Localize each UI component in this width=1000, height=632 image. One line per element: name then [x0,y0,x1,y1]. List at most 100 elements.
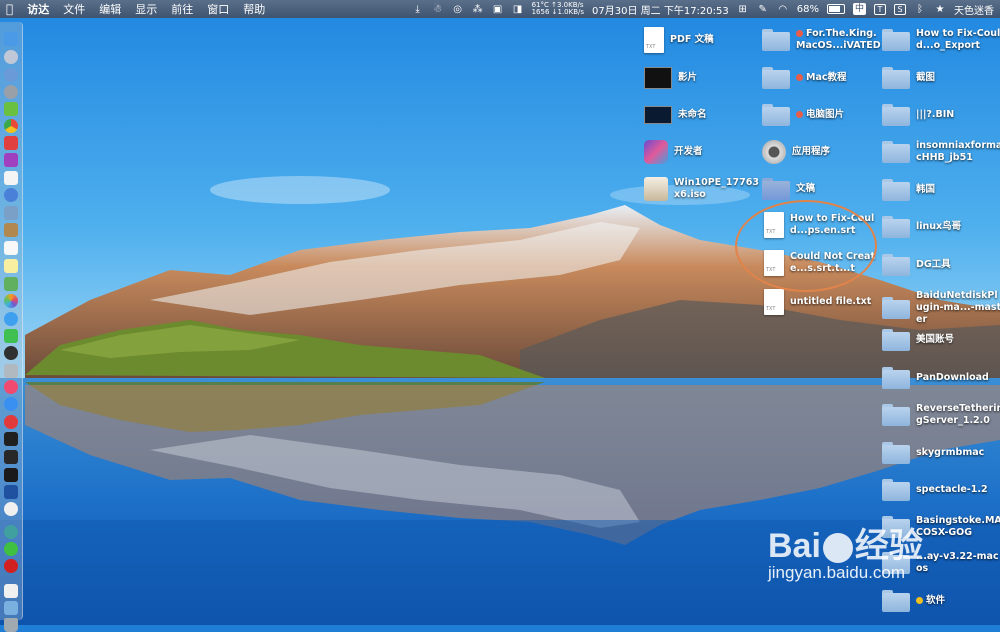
terminal2-dock-icon[interactable] [4,450,18,464]
desktop-item-pc-pictures[interactable]: 电脑图片 [762,104,884,126]
music-dock-icon[interactable] [4,380,18,394]
launchpad-dock-icon[interactable] [4,50,18,64]
rocket-dock-icon[interactable] [4,85,18,99]
desktop-item-insomniax[interactable]: insomniaxformacHHB_jb51 [882,140,1000,164]
input-method-indicator[interactable]: 中 [852,3,866,15]
star-icon[interactable]: ★ [934,4,946,15]
network-monitor[interactable]: 61°C ↑3.0KB/s 1656 ↓1.0KB/s [532,2,584,16]
clock[interactable]: 07月30日 周二 下午17:20:53 [592,2,729,17]
screen-icon[interactable]: ▣ [492,4,504,15]
appstore-dock-icon[interactable] [4,397,18,411]
menu-help[interactable]: 帮助 [243,1,265,17]
menu-edit[interactable]: 编辑 [99,1,121,17]
download-icon[interactable]: ⤓ [412,4,424,15]
downloads-folder-dock-icon[interactable] [4,601,18,615]
desktop-item-software[interactable]: 软件 [882,590,1000,612]
desktop-item-for-the-king[interactable]: For.The.King.MacOS...iVATED [762,28,884,52]
wechat-dock-icon[interactable] [4,542,18,556]
calendar-dock-icon[interactable] [4,171,18,185]
finder-dock-icon[interactable] [4,32,18,46]
netease-music-dock-icon[interactable] [4,559,18,573]
disk-dock-icon[interactable] [4,364,18,378]
desktop-item-label: ...ay-v3.22-macos [916,551,999,574]
bluetooth-icon[interactable]: ᛒ [914,4,926,15]
compass-icon[interactable]: ◎ [452,4,464,15]
menu-window[interactable]: 窗口 [207,1,229,17]
menu-file[interactable]: 文件 [63,1,85,17]
desktop-item-movies[interactable]: 影片 [644,67,766,89]
chrome-dock-icon[interactable] [4,119,18,133]
safari-dock-icon[interactable] [4,68,18,82]
desktop-item-documents[interactable]: 文稿 [762,178,884,200]
folder-icon [882,67,910,89]
battery-icon[interactable] [826,4,845,14]
desktop-item-baidu-netdisk[interactable]: BaiduNetdiskPlugin-ma...-master [882,290,1000,326]
qq-icon[interactable]: ☃ [432,4,444,15]
vpn-dock-icon[interactable] [4,485,18,499]
folder-icon [762,104,790,126]
messages-dock-icon[interactable] [4,312,18,326]
pen-icon[interactable]: ✎ [757,4,769,15]
maps-dock-icon[interactable] [4,277,18,291]
developer-icon [644,140,668,164]
facetime-dock-icon[interactable] [4,329,18,343]
trash-dock-icon[interactable] [4,618,18,632]
folder-icon [882,479,910,501]
desktop-item-linux[interactable]: linux鸟哥 [882,216,1000,238]
grid-icon[interactable]: ⊞ [737,4,749,15]
photos-dock-icon[interactable] [4,294,18,308]
desktop-item-applications[interactable]: 应用程序 [762,140,880,164]
browser-dock-icon[interactable] [4,188,18,202]
dock [0,22,23,632]
desktop-item-win10pe[interactable]: Win10PE_17763x6.iso [644,177,762,201]
red-app-dock-icon[interactable] [4,136,18,150]
desktop-item-how-to-fix-export[interactable]: How to Fix-Could...o_Export [882,28,1000,52]
menu-go[interactable]: 前往 [171,1,193,17]
desktop-item-bin[interactable]: |||?.BIN [882,104,1000,126]
desktop-item-screenshots[interactable]: 截图 [882,67,1000,89]
desktop-item-label: Mac教程 [806,72,847,83]
vivaldi-dock-icon[interactable] [4,415,18,429]
box-dock-icon[interactable] [4,223,18,237]
s-app-icon[interactable]: S [894,3,906,15]
battery-percent[interactable]: 68% [797,4,819,15]
notes-dock-icon[interactable] [4,259,18,273]
chat-icon[interactable]: ◨ [512,4,524,15]
desktop-item-pdf[interactable]: PDF 文稿 [644,27,758,53]
desktop-item-dg-tools[interactable]: DG工具 [882,254,1000,276]
menu-app-finder[interactable]: 访达 [27,1,49,17]
wifi-icon[interactable]: ◠ [777,4,789,15]
desktop-item-untitled[interactable]: 未命名 [644,106,766,124]
terminal3-dock-icon[interactable] [4,468,18,482]
preview-dock-icon[interactable] [4,206,18,220]
dots-icon[interactable]: ⁂ [472,4,484,15]
desktop-item-korea[interactable]: 韩国 [882,179,1000,201]
red-tag-icon [796,30,803,37]
user-name[interactable]: 天色迷香 [954,2,994,17]
apple-menu-icon[interactable]:  [6,2,13,16]
desktop-item-srt-file[interactable]: How to Fix-Could...ps.en.srt [764,212,878,238]
desktop-item-pandownload[interactable]: PanDownload [882,367,1000,389]
desktop-item-reverse-tethering[interactable]: ReverseTetheringServer_1.2.0 [882,403,1000,427]
yandex-dock-icon[interactable] [4,502,18,516]
text-file-icon [764,250,784,276]
document-dock-icon[interactable] [4,584,18,598]
desktop-item-us-account[interactable]: 美国账号 [882,329,1000,351]
desktop-item-could-not-create[interactable]: Could Not Create...s.srt.t...t [764,250,878,276]
desktop-item-skygrmbmac[interactable]: skygrmbmac [882,442,1000,464]
desktop-item-spectacle[interactable]: spectacle-1.2 [882,479,1000,501]
desktop-item-developer[interactable]: 开发者 [644,140,762,164]
desktop-item-label: 美国账号 [916,334,955,345]
documents-folder-icon [762,178,790,200]
desktop-item-label: 文稿 [796,183,816,194]
desktop-item-untitled-txt[interactable]: untitled file.txt [764,289,878,315]
android-dock-icon[interactable] [4,102,18,116]
sync-dock-icon[interactable] [4,525,18,539]
obs-dock-icon[interactable] [4,346,18,360]
calendar2-dock-icon[interactable] [4,241,18,255]
menu-view[interactable]: 显示 [135,1,157,17]
terminal-dock-icon[interactable] [4,432,18,446]
purple-app-dock-icon[interactable] [4,153,18,167]
text-icon[interactable]: T [874,3,886,15]
desktop-item-mac-tutorial[interactable]: Mac教程 [762,67,884,89]
